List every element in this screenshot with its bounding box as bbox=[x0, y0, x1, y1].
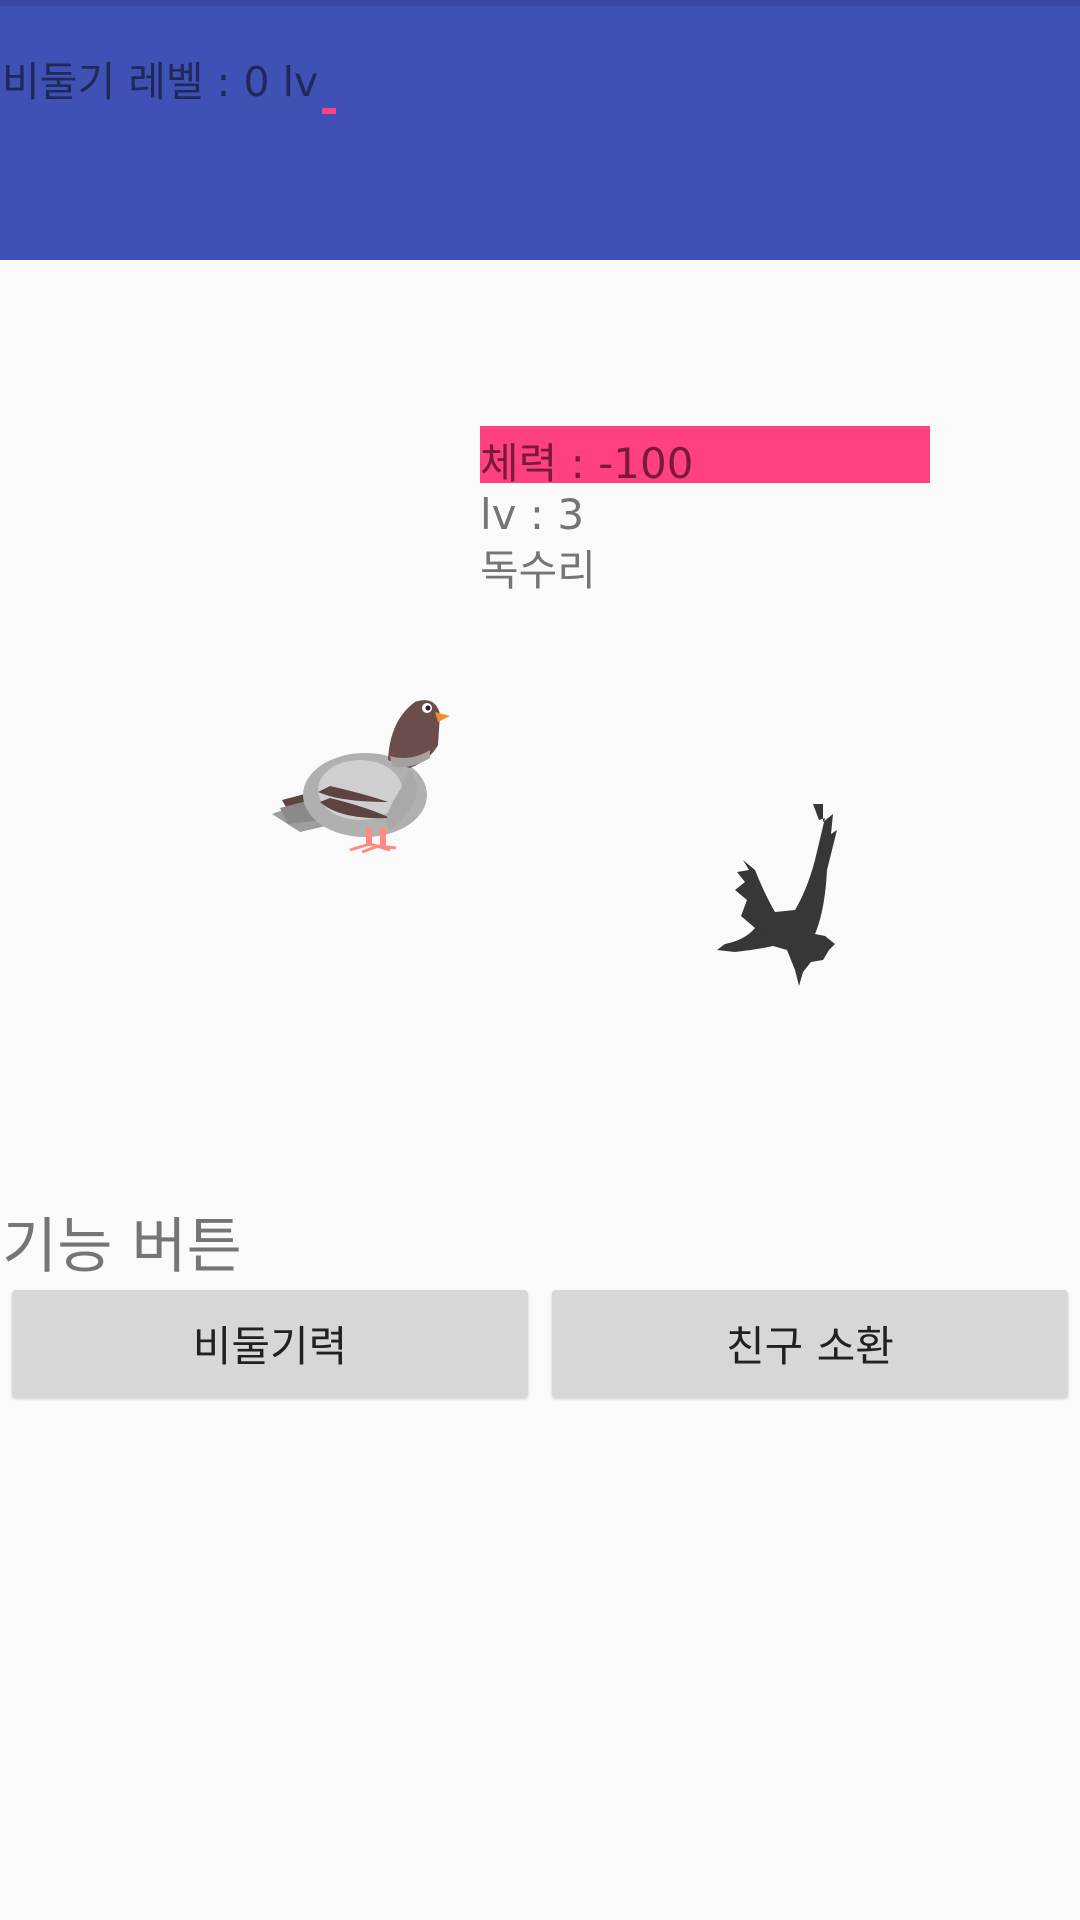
pigeon-level-label: 비둘기 레벨 : 0 lv bbox=[2, 58, 319, 106]
level-progress-fill bbox=[322, 108, 336, 114]
eagle-icon[interactable] bbox=[715, 800, 845, 990]
enemy-level-label: lv : 3 bbox=[480, 490, 585, 539]
game-screen: 비둘기 레벨 : 0 lv 체력 : -100 lv : 3 독수리 기능 버튼… bbox=[0, 0, 1080, 1920]
summon-friend-button[interactable]: 친구 소환 bbox=[552, 1290, 1068, 1397]
pigeon-power-button[interactable]: 비둘기력 bbox=[12, 1290, 528, 1397]
app-bar: 비둘기 레벨 : 0 lv bbox=[0, 0, 1080, 260]
status-bar-strip bbox=[0, 0, 1080, 6]
pigeon-icon[interactable] bbox=[270, 690, 470, 870]
enemy-hp-label: 체력 : -100 bbox=[480, 439, 694, 488]
enemy-info-panel: 체력 : -100 lv : 3 독수리 bbox=[480, 426, 930, 601]
enemy-name-label: 독수리 bbox=[480, 546, 596, 595]
level-progress-bar bbox=[322, 108, 336, 114]
enemy-hp-bar: 체력 : -100 bbox=[480, 426, 930, 488]
function-buttons-title: 기능 버튼 bbox=[2, 1212, 242, 1282]
